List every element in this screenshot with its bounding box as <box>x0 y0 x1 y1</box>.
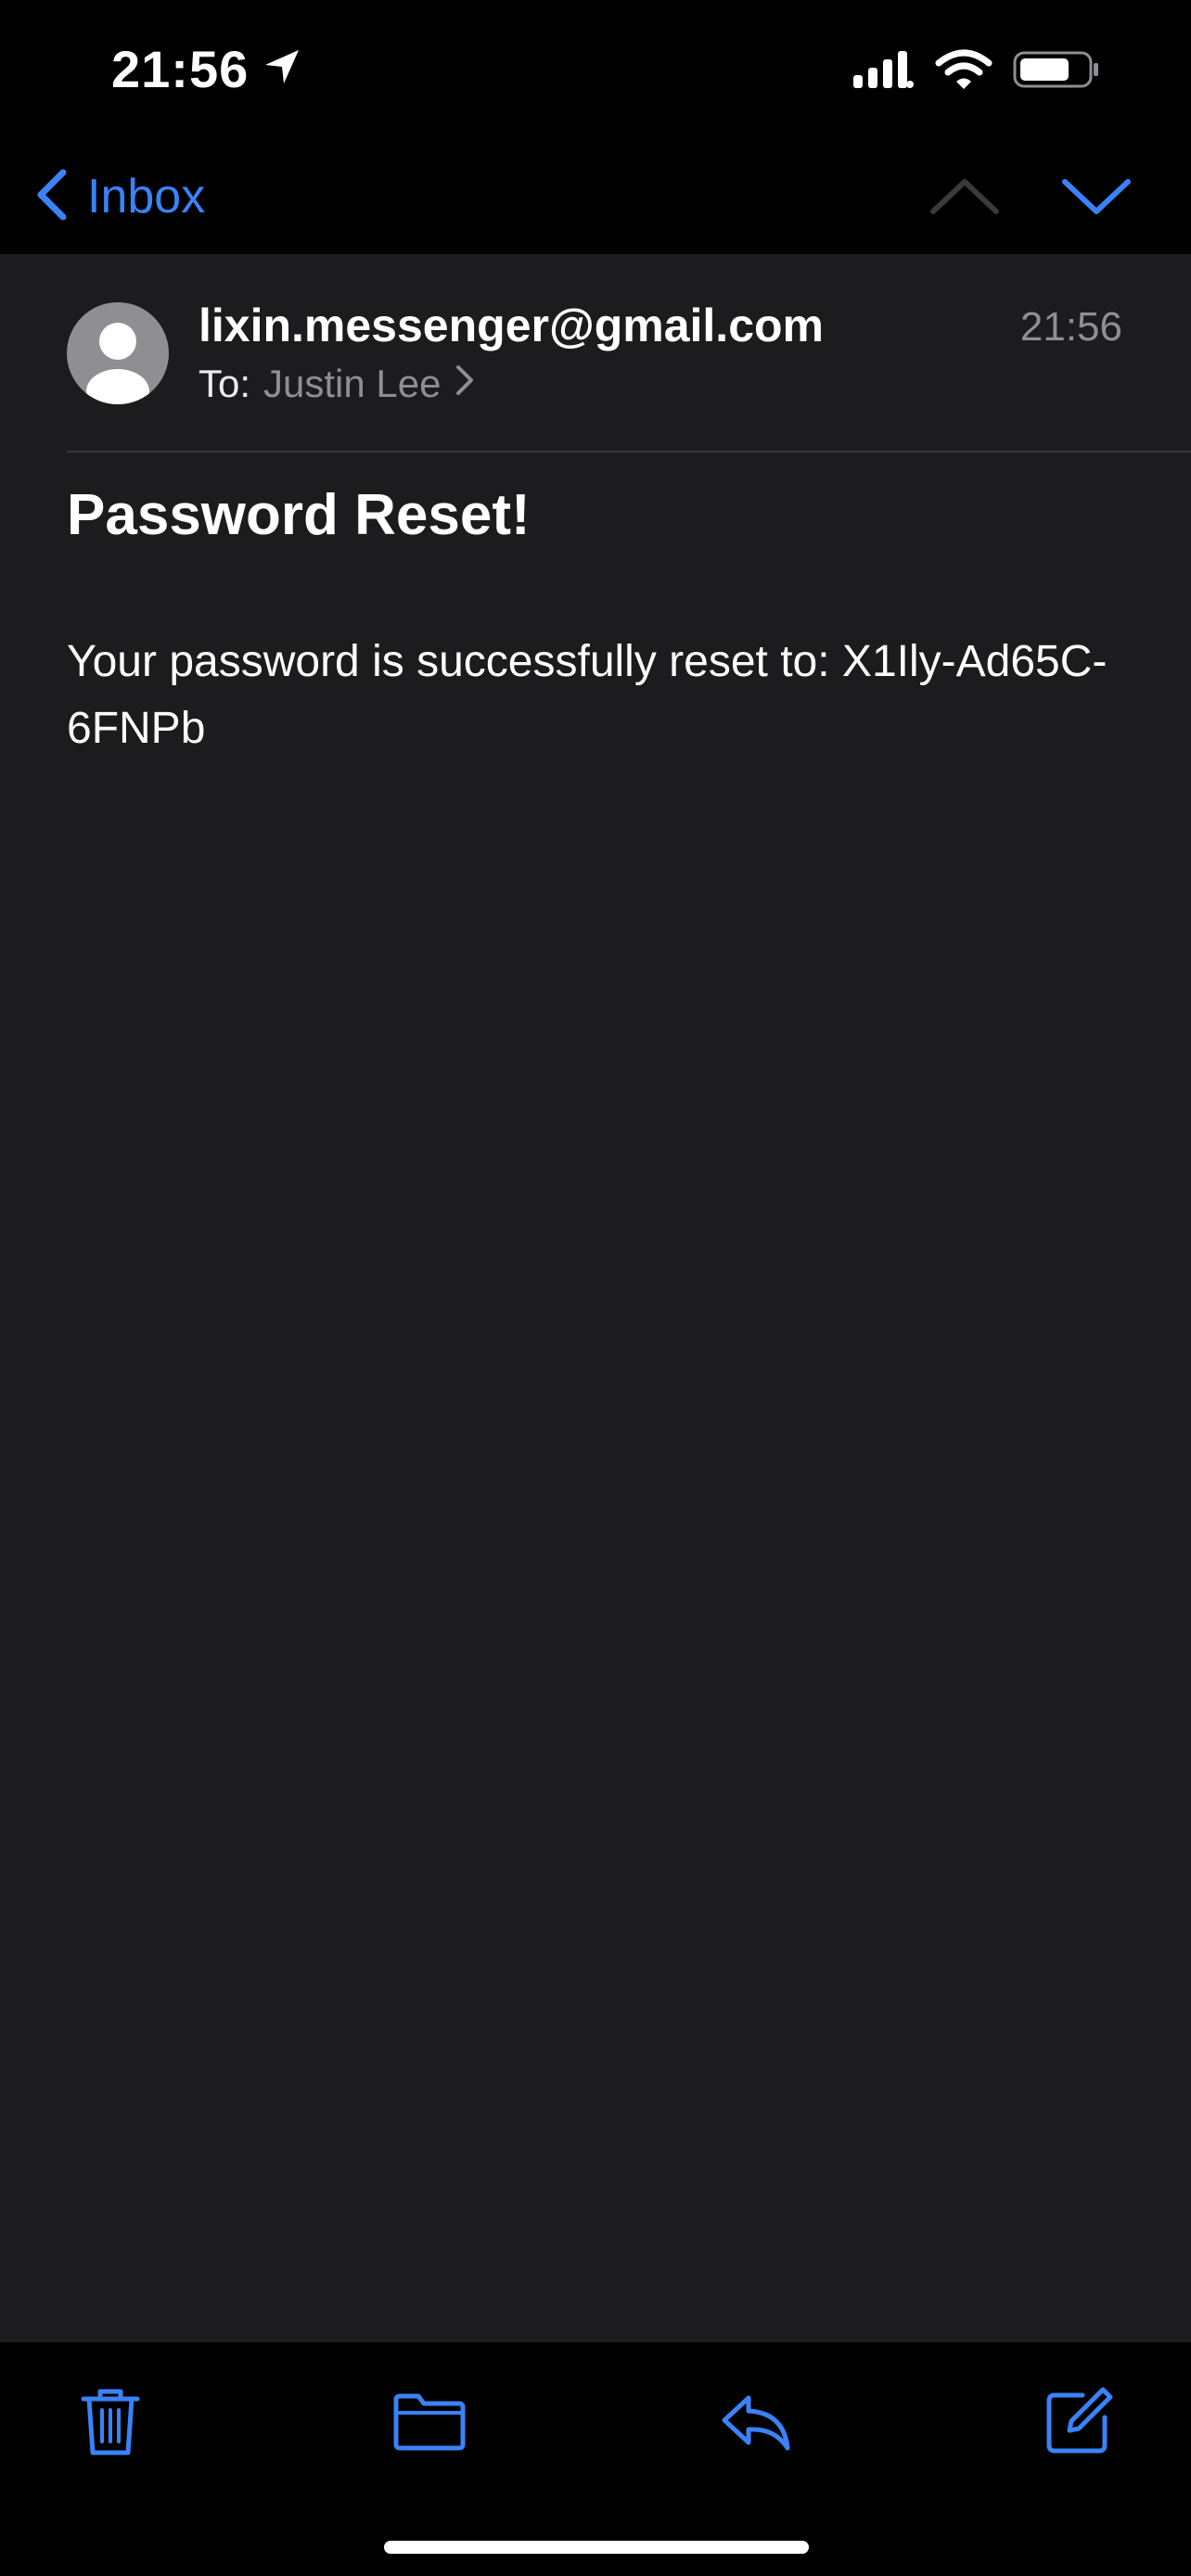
trash-button[interactable] <box>69 2379 152 2463</box>
next-message-button[interactable] <box>1059 169 1133 224</box>
navigation-bar: Inbox <box>0 139 1191 254</box>
status-icons <box>852 48 1100 96</box>
recipient-name: Justin Lee <box>263 362 442 405</box>
battery-icon <box>1013 49 1100 95</box>
wifi-icon <box>935 48 992 96</box>
back-label: Inbox <box>87 170 206 223</box>
to-label: To: <box>198 362 251 405</box>
location-arrow-icon <box>262 39 302 99</box>
compose-icon <box>1046 2387 1113 2454</box>
person-icon <box>86 323 149 404</box>
status-time: 21:56 <box>111 40 250 98</box>
sender-address[interactable]: lixin.messenger@gmail.com <box>198 299 824 352</box>
previous-message-button[interactable] <box>928 169 1002 224</box>
message-time: 21:56 <box>1019 304 1122 350</box>
trash-icon <box>81 2389 140 2455</box>
reply-button[interactable] <box>714 2379 798 2463</box>
status-time-group: 21:56 <box>111 39 302 99</box>
reply-icon <box>722 2395 790 2451</box>
folder-icon <box>393 2393 466 2451</box>
message-body: Your password is successfully reset to: … <box>67 637 1108 753</box>
home-indicator[interactable] <box>384 2541 809 2554</box>
compose-button[interactable] <box>1037 2379 1121 2463</box>
header-divider <box>67 451 1191 453</box>
chevron-up-icon <box>930 179 999 214</box>
chevron-right-icon <box>455 362 475 406</box>
message-header: lixin.messenger@gmail.com 21:56 To: Just… <box>0 254 1191 453</box>
cellular-signal-icon <box>852 49 915 95</box>
status-bar: 21:56 <box>0 0 1191 139</box>
chevron-left-icon <box>33 167 70 227</box>
move-to-folder-button[interactable] <box>388 2379 471 2463</box>
recipient-row[interactable]: To: Justin Lee <box>198 362 475 406</box>
message-subject: Password Reset! <box>67 483 531 547</box>
avatar[interactable] <box>67 302 169 404</box>
back-to-inbox-button[interactable]: Inbox <box>33 159 205 234</box>
chevron-down-icon <box>1062 179 1131 214</box>
